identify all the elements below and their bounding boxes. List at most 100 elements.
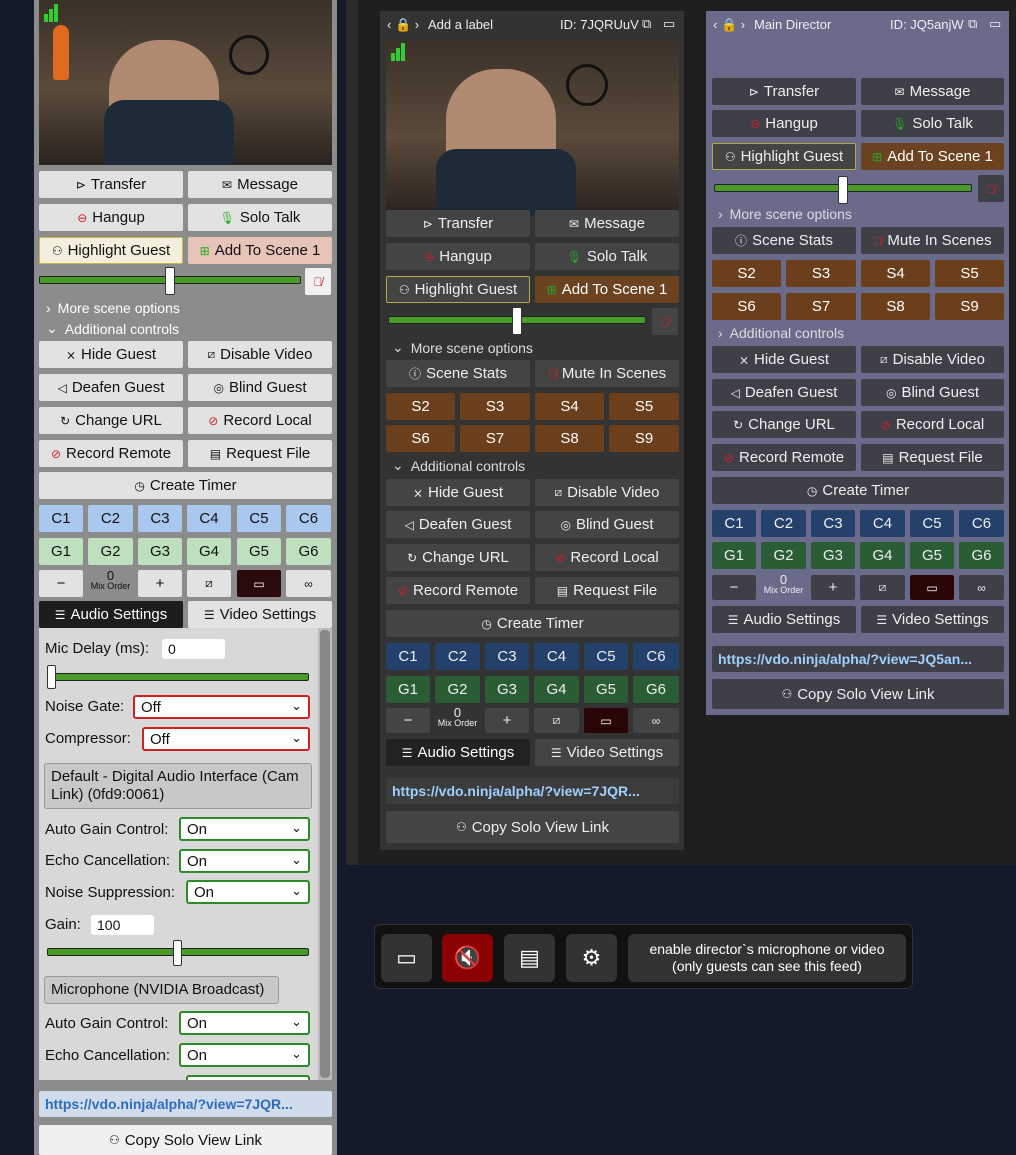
volume-slider-thumb[interactable] — [165, 267, 175, 295]
enable-director-media-button[interactable]: enable director`s microphone or video (o… — [628, 934, 906, 982]
c-button[interactable]: C4 — [860, 510, 905, 537]
copy-solo-link-button[interactable]: ⚇ Copy Solo View Link — [39, 1125, 332, 1155]
scene-button[interactable]: S9 — [609, 425, 679, 452]
panel-nav[interactable]: ‹ 🔒 › — [387, 17, 419, 33]
scene-button[interactable]: S5 — [609, 393, 679, 420]
g-button[interactable]: G5 — [237, 538, 281, 565]
camera-button[interactable]: ▭ — [910, 575, 954, 600]
mute-mic-button[interactable]: 🎙̸ — [652, 308, 678, 335]
mix-order-decrease-button[interactable]: − — [39, 570, 83, 597]
scene-button[interactable]: S8 — [861, 293, 930, 320]
solo-talk-button[interactable]: 🎙 Solo Talk — [188, 204, 332, 231]
volume-slider-thumb[interactable] — [838, 176, 848, 204]
mic-delay-slider[interactable] — [47, 673, 309, 681]
scene-button[interactable]: S7 — [460, 425, 530, 452]
compressor-select[interactable]: Off ⌄ — [142, 727, 310, 751]
scene-stats-button[interactable]: ⓘ Scene Stats — [386, 360, 530, 387]
scene-button[interactable]: S8 — [535, 425, 604, 452]
mute-in-scenes-button[interactable]: 🎙̸ Mute In Scenes — [861, 227, 1004, 254]
c-button[interactable]: C4 — [534, 643, 579, 670]
gain-input[interactable]: 100 — [91, 915, 154, 935]
hangup-button[interactable]: ⊖ Hangup — [386, 243, 530, 270]
agc-select[interactable]: On ⌄ — [179, 817, 310, 841]
record-local-button[interactable]: ⊘ Record Local — [535, 544, 679, 571]
deafen-guest-button[interactable]: ◁ Deafen Guest — [386, 511, 530, 538]
change-url-button[interactable]: ↻ Change URL — [386, 544, 530, 571]
chat-button[interactable]: ▭ — [381, 934, 432, 982]
g-button[interactable]: G3 — [138, 538, 182, 565]
scene-button[interactable]: S3 — [460, 393, 530, 420]
gain-slider-thumb[interactable] — [173, 940, 182, 966]
g-button[interactable]: G2 — [761, 542, 806, 569]
g-button[interactable]: G5 — [584, 676, 628, 703]
c-button[interactable]: C6 — [633, 643, 679, 670]
create-timer-button[interactable]: ◷ Create Timer — [712, 477, 1004, 504]
transfer-button[interactable]: ⊳ Transfer — [712, 78, 856, 105]
c-button[interactable]: C2 — [88, 505, 133, 532]
g-button[interactable]: G4 — [534, 676, 579, 703]
g-button[interactable]: G6 — [633, 676, 679, 703]
additional-controls-toggle[interactable]: › Additional controls — [718, 325, 844, 341]
c-button[interactable]: C5 — [584, 643, 628, 670]
c-button[interactable]: C5 — [910, 510, 954, 537]
record-remote-button[interactable]: ⊘ Record Remote — [386, 577, 530, 604]
transfer-button[interactable]: ⊳ Transfer — [386, 210, 530, 237]
c-button[interactable]: C2 — [761, 510, 806, 537]
view-link[interactable]: https://vdo.ninja/alpha/?view=7JQR... — [386, 778, 679, 804]
add-to-scene-button[interactable]: ⊞ Add To Scene 1 — [188, 237, 332, 264]
g-button[interactable]: G3 — [485, 676, 529, 703]
mix-order-decrease-button[interactable]: − — [712, 575, 756, 600]
record-remote-button[interactable]: ⊘ Record Remote — [712, 444, 856, 471]
create-timer-button[interactable]: ◷ Create Timer — [39, 472, 332, 499]
additional-controls-toggle[interactable]: ⌄ Additional controls — [392, 457, 525, 474]
audio-settings-tab[interactable]: ☰ Audio Settings — [712, 606, 856, 633]
copy-icon[interactable]: ⧉ — [642, 16, 651, 32]
noise-suppression-select[interactable]: On ⌄ — [186, 880, 310, 904]
volume-slider-thumb[interactable] — [512, 307, 522, 335]
additional-controls-toggle[interactable]: ⌄ Additional controls — [46, 320, 179, 337]
hide-video-button[interactable]: ⧄ — [860, 575, 905, 600]
c-button[interactable]: C3 — [138, 505, 182, 532]
agc-select[interactable]: On ⌄ — [179, 1011, 310, 1035]
camera-button[interactable]: ▭ — [237, 570, 281, 597]
message-button[interactable]: ✉ Message — [535, 210, 679, 237]
solo-talk-button[interactable]: 🎙 Solo Talk — [861, 110, 1004, 137]
layout-button[interactable]: ▤ — [504, 934, 555, 982]
noise-gate-select[interactable]: Off ⌄ — [133, 695, 310, 719]
disable-video-button[interactable]: ⧄ Disable Video — [861, 346, 1004, 373]
director-label[interactable]: Main Director — [754, 17, 831, 32]
binoculars-button[interactable]: ∞ — [959, 575, 1004, 600]
scrollbar-thumb[interactable] — [320, 630, 330, 1078]
mix-order-increase-button[interactable]: + — [485, 708, 529, 733]
camera-button[interactable]: ▭ — [584, 708, 628, 733]
message-button[interactable]: ✉ Message — [861, 78, 1004, 105]
mute-in-scenes-button[interactable]: 🎙̸ Mute In Scenes — [535, 360, 679, 387]
scene-button[interactable]: S6 — [712, 293, 781, 320]
hangup-button[interactable]: ⊖ Hangup — [39, 204, 183, 231]
video-settings-tab[interactable]: ☰ Video Settings — [188, 601, 332, 628]
g-button[interactable]: G1 — [386, 676, 430, 703]
g-button[interactable]: G5 — [910, 542, 954, 569]
transfer-button[interactable]: ⊳ Transfer — [39, 171, 183, 198]
copy-solo-link-button[interactable]: ⚇ Copy Solo View Link — [386, 811, 679, 843]
more-scene-options[interactable]: ⌄ More scene options — [392, 339, 533, 356]
mix-order-increase-button[interactable]: + — [811, 575, 855, 600]
window-icon[interactable]: ▭ — [663, 16, 675, 32]
request-file-button[interactable]: ▤ Request File — [535, 577, 679, 604]
highlight-guest-button[interactable]: ⚇ Highlight Guest — [39, 237, 183, 264]
mix-order-increase-button[interactable]: + — [138, 570, 182, 597]
view-link[interactable]: https://vdo.ninja/alpha/?view=JQ5an... — [712, 646, 1004, 672]
g-button[interactable]: G2 — [88, 538, 133, 565]
request-file-button[interactable]: ▤ Request File — [188, 440, 332, 467]
blind-guest-button[interactable]: ◎ Blind Guest — [535, 511, 679, 538]
view-link[interactable]: https://vdo.ninja/alpha/?view=7JQR... — [39, 1091, 332, 1117]
c-button[interactable]: C3 — [811, 510, 855, 537]
message-button[interactable]: ✉ Message — [188, 171, 332, 198]
guest-video[interactable] — [386, 39, 679, 216]
room-settings-button[interactable]: ⚙ — [566, 934, 617, 982]
c-button[interactable]: C1 — [712, 510, 756, 537]
guest-label[interactable]: Add a label — [428, 17, 493, 32]
g-button[interactable]: G2 — [435, 676, 480, 703]
hide-video-button[interactable]: ⧄ — [187, 570, 231, 597]
scene-button[interactable]: S6 — [386, 425, 455, 452]
